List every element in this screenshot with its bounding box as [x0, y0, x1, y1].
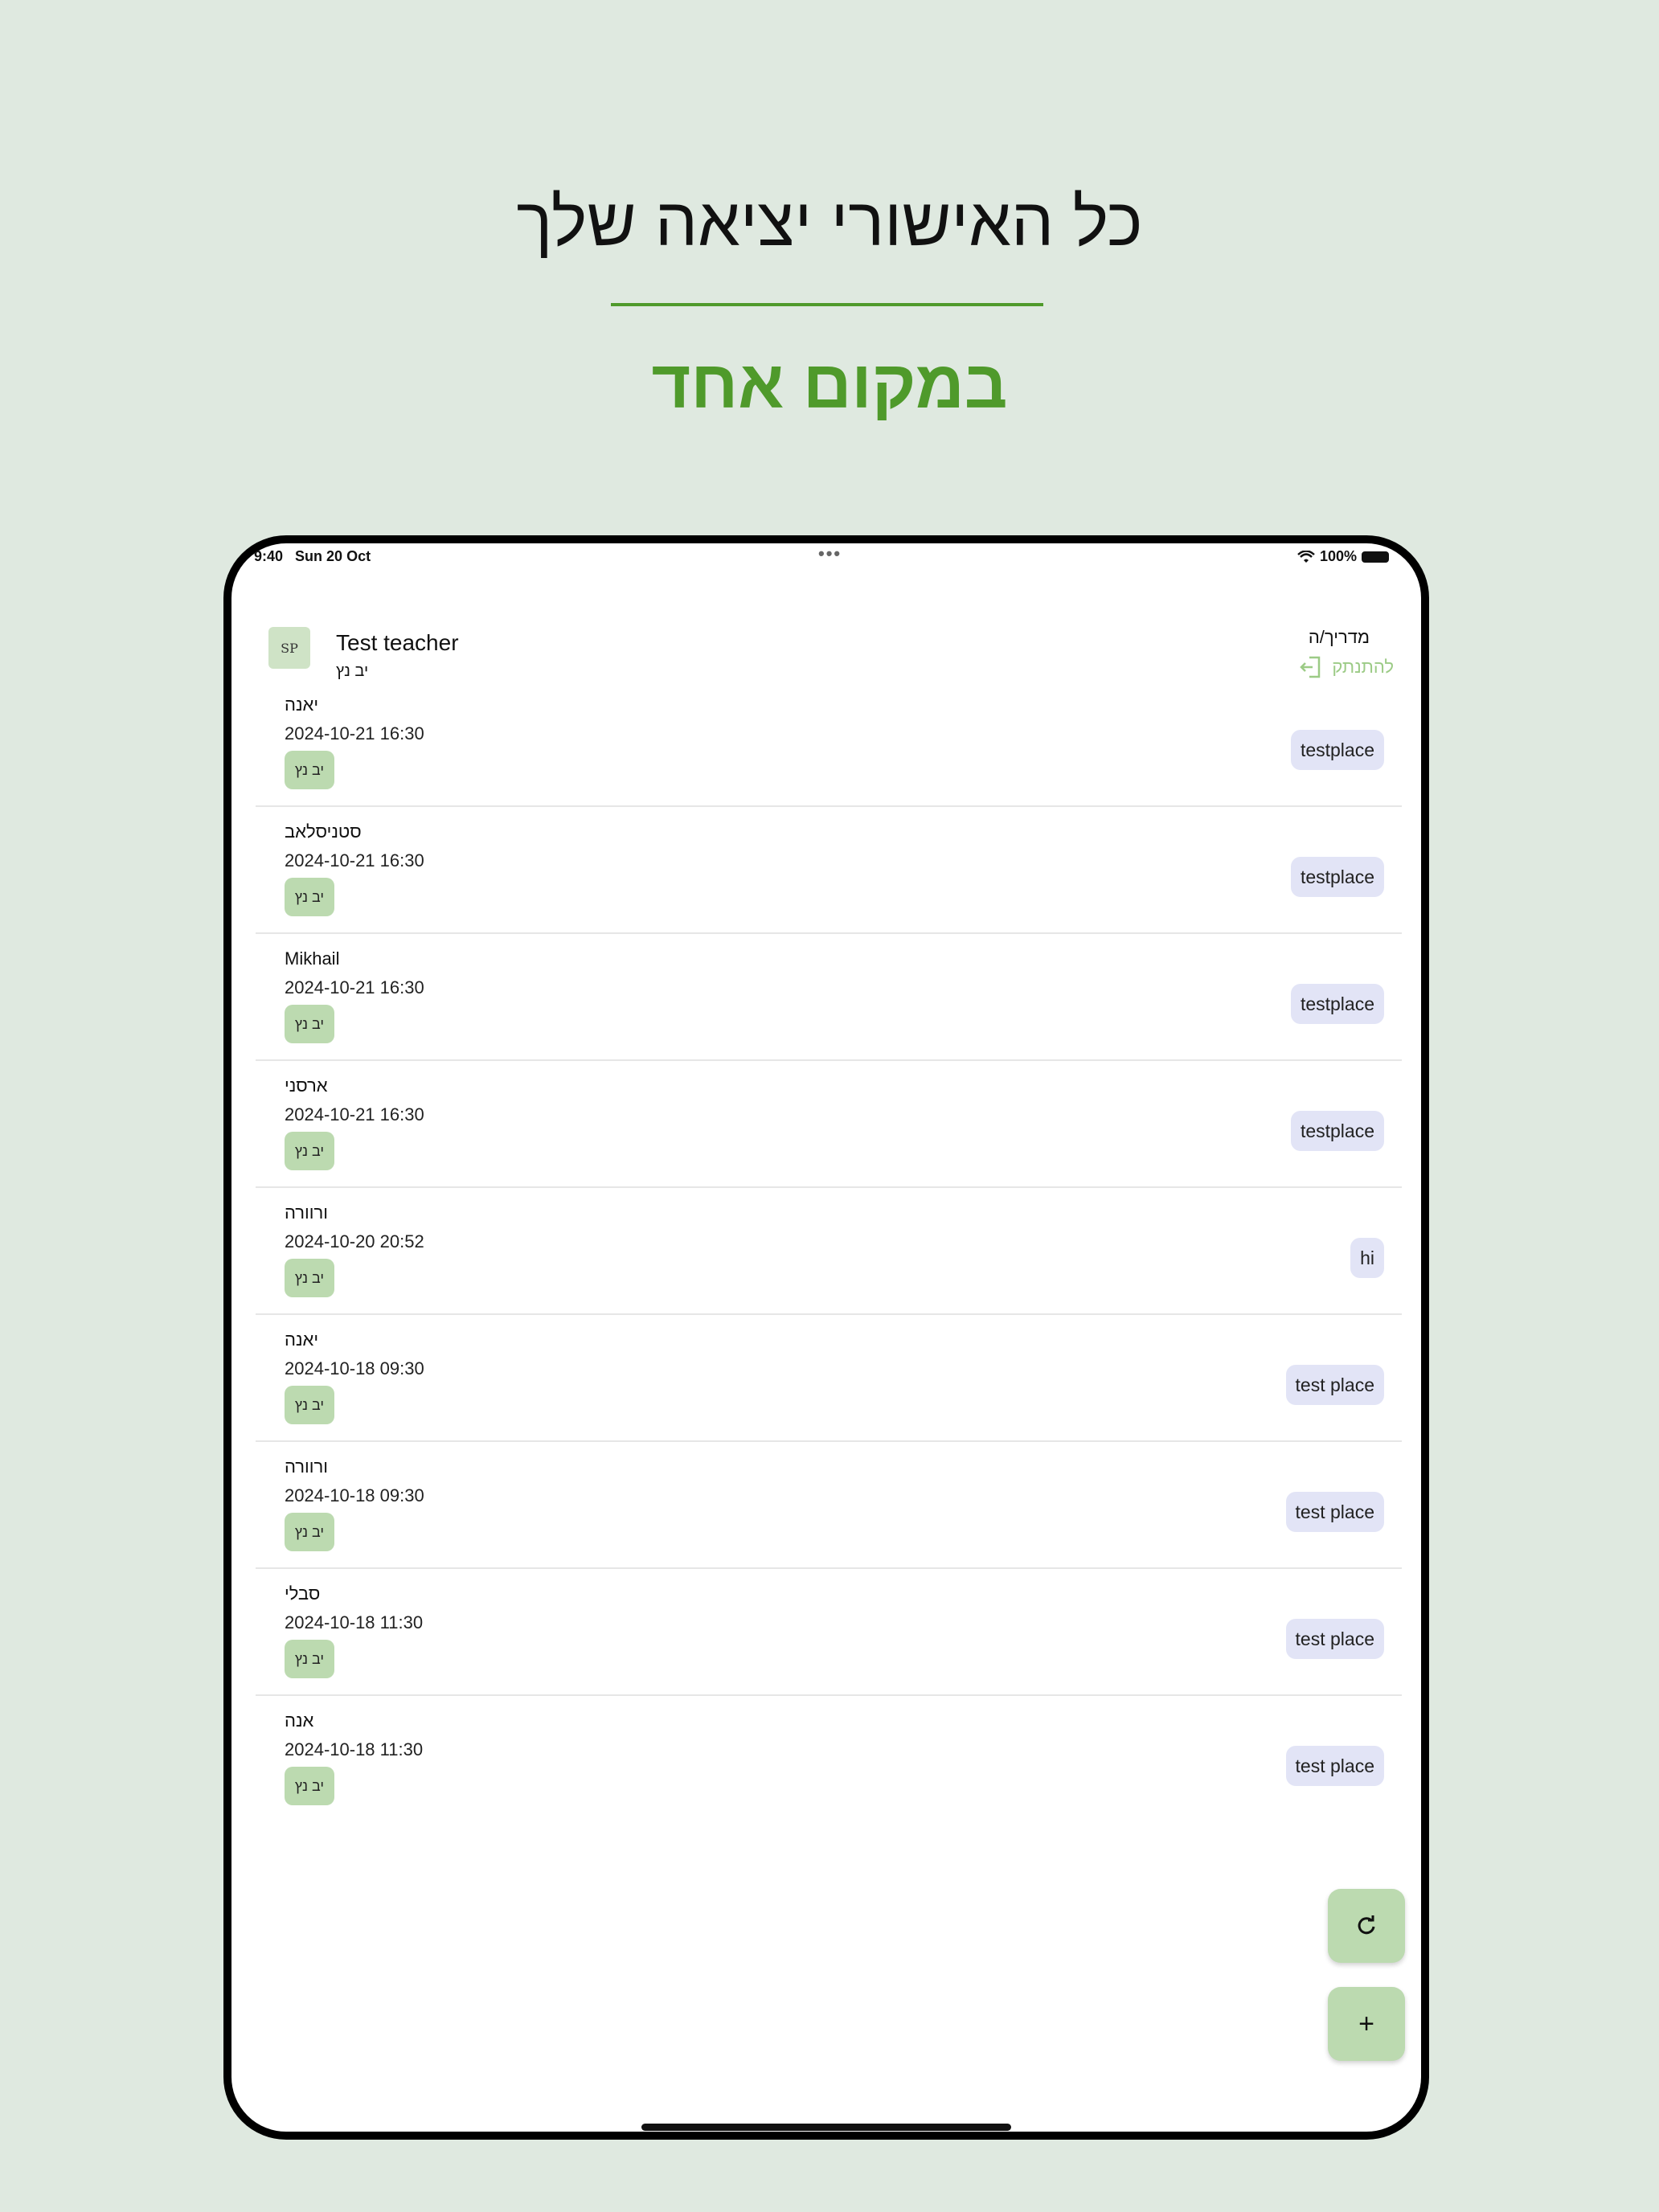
place-chip: test place — [1285, 1365, 1384, 1405]
list-item[interactable]: אנה 2024-10-18 11:30 יב נץ test place — [256, 1696, 1402, 1823]
status-right: 100% — [1297, 548, 1389, 565]
wifi-icon — [1297, 550, 1315, 563]
class-chip: יב נץ — [285, 1386, 334, 1424]
role-label: מדריך/ה — [1308, 627, 1370, 647]
marketing-subheadline: במקום אחד — [651, 346, 1008, 422]
place-chip: test place — [1285, 1492, 1384, 1532]
pass-datetime: 2024-10-20 20:52 — [285, 1231, 424, 1251]
place-chip: test place — [1285, 1619, 1384, 1659]
student-name: סבלי — [285, 1583, 321, 1604]
class-chip: יב נץ — [285, 1640, 334, 1678]
list-item[interactable]: יאנה 2024-10-21 16:30 יב נץ testplace — [256, 680, 1402, 807]
logout-button[interactable]: להתנתק — [1298, 654, 1394, 680]
pass-datetime: 2024-10-21 16:30 — [285, 723, 424, 743]
class-chip: יב נץ — [285, 878, 334, 916]
class-chip: יב נץ — [285, 1259, 334, 1297]
marketing-headline: כל האישורי יציאה שלך — [516, 184, 1143, 260]
pass-datetime: 2024-10-18 11:30 — [285, 1612, 424, 1632]
status-date: Sun 20 Oct — [295, 548, 371, 564]
list-item[interactable]: סבלי 2024-10-18 11:30 יב נץ test place — [256, 1569, 1402, 1696]
student-name: יאנה — [285, 694, 319, 715]
refresh-button[interactable] — [1328, 1889, 1405, 1963]
class-chip: יב נץ — [285, 751, 334, 789]
class-chip: יב נץ — [285, 1005, 334, 1043]
student-name: אנה — [285, 1710, 314, 1731]
plus-icon: + — [1358, 2008, 1374, 2039]
battery-icon — [1362, 551, 1389, 563]
list-item[interactable]: ורוורה 2024-10-18 09:30 יב נץ test place — [256, 1442, 1402, 1569]
list-item[interactable]: יאנה 2024-10-18 09:30 יב נץ test place — [256, 1315, 1402, 1442]
class-chip: יב נץ — [285, 1513, 334, 1551]
pass-datetime: 2024-10-21 16:30 — [285, 1104, 424, 1124]
pass-datetime: 2024-10-21 16:30 — [285, 977, 424, 997]
list-item[interactable]: ורוורה 2024-10-20 20:52 יב נץ hi — [256, 1188, 1402, 1315]
list-item[interactable]: ארסני 2024-10-21 16:30 יב נץ testplace — [256, 1061, 1402, 1188]
place-chip: testplace — [1290, 857, 1384, 897]
user-class: יב נץ — [336, 662, 369, 680]
user-name: Test teacher — [336, 630, 459, 655]
logout-icon — [1300, 656, 1321, 678]
pass-datetime: 2024-10-18 09:30 — [285, 1358, 424, 1378]
home-indicator[interactable] — [641, 2124, 1011, 2131]
status-time: 9:40 Sun 20 Oct — [254, 548, 371, 565]
student-name: סטניסלאב — [285, 821, 362, 842]
class-chip: יב נץ — [285, 1132, 334, 1170]
student-name: ורוורה — [285, 1202, 328, 1223]
list-item[interactable]: סטניסלאב 2024-10-21 16:30 יב נץ testplac… — [256, 807, 1402, 934]
student-name: Mikhail — [285, 948, 340, 969]
app-logo: SP — [268, 627, 310, 669]
refresh-icon — [1358, 1915, 1375, 1935]
exit-pass-list: יאנה 2024-10-21 16:30 יב נץ testplace סט… — [256, 680, 1402, 1823]
class-chip: יב נץ — [285, 1767, 334, 1805]
place-chip: hi — [1350, 1238, 1384, 1278]
tablet-frame: 9:40 Sun 20 Oct ••• 100% SP Test teacher… — [223, 535, 1429, 2140]
list-item[interactable]: Mikhail 2024-10-21 16:30 יב נץ testplace — [256, 934, 1402, 1061]
pass-datetime: 2024-10-21 16:30 — [285, 850, 424, 870]
place-chip: testplace — [1290, 730, 1384, 770]
pass-datetime: 2024-10-18 09:30 — [285, 1485, 424, 1505]
app-header: SP Test teacher יב נץ מדריך/ה להתנתק — [231, 580, 1421, 685]
status-bar: 9:40 Sun 20 Oct ••• 100% — [231, 543, 1421, 564]
status-time-value: 9:40 — [254, 548, 284, 564]
place-chip: testplace — [1290, 1111, 1384, 1151]
place-chip: testplace — [1290, 984, 1384, 1024]
place-chip: test place — [1285, 1746, 1384, 1786]
student-name: ארסני — [285, 1075, 328, 1096]
student-name: יאנה — [285, 1329, 319, 1350]
logout-label: להתנתק — [1332, 657, 1394, 677]
multitasking-dots-icon[interactable]: ••• — [818, 543, 842, 564]
add-pass-button[interactable]: + — [1328, 1987, 1405, 2061]
headline-divider — [611, 303, 1043, 306]
student-name: ורוורה — [285, 1456, 328, 1477]
battery-percent: 100% — [1319, 548, 1357, 564]
pass-datetime: 2024-10-18 11:30 — [285, 1739, 424, 1759]
